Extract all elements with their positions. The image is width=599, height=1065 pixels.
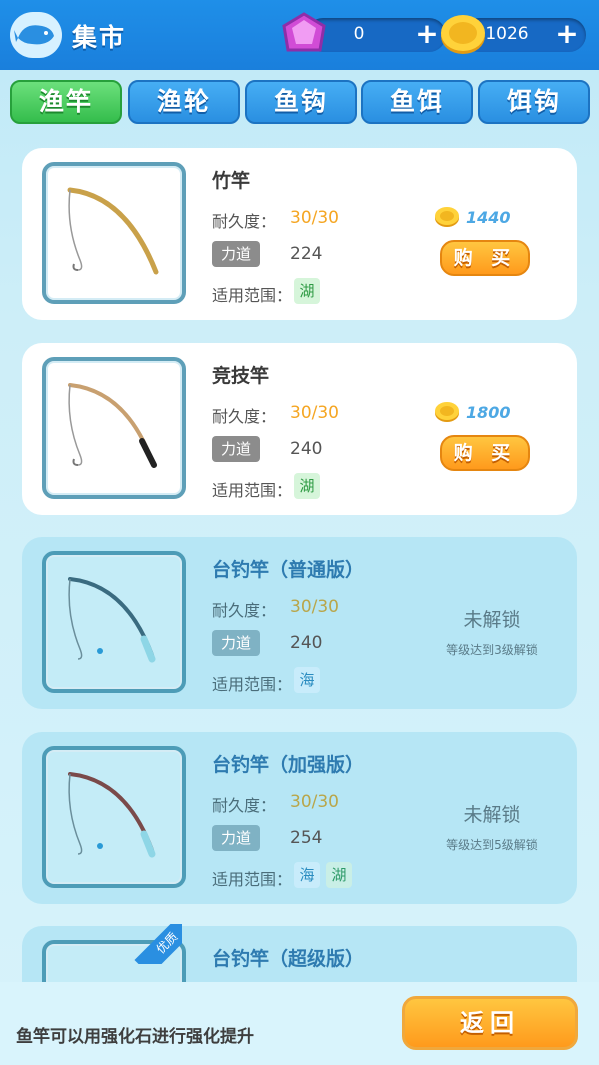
- tab-hook[interactable]: 鱼钩: [245, 80, 357, 124]
- item-name: 竞技竿: [212, 365, 270, 387]
- item-card-locked: 台钓竿（加强版） 耐久度： 30/30 力道 254 适用范围： 海 湖 未解锁…: [22, 732, 577, 904]
- coin-icon: [438, 12, 488, 58]
- range-label: 适用范围：: [212, 870, 293, 889]
- power-value: 240: [290, 439, 323, 459]
- range-tag-lake: 湖: [326, 862, 352, 888]
- range-tag-lake: 湖: [294, 473, 320, 499]
- power-value: 240: [290, 633, 323, 653]
- price-value: 1800: [466, 402, 511, 422]
- durability-value: 30/30: [290, 792, 339, 812]
- unlock-condition: 等级达到5级解锁: [446, 838, 538, 852]
- unlock-condition: 等级达到3级解锁: [446, 643, 538, 657]
- buy-button[interactable]: 购 买: [440, 240, 530, 276]
- rod-image: [42, 746, 186, 888]
- locked-status: 未解锁: [463, 804, 521, 826]
- back-button[interactable]: 返回: [402, 996, 578, 1050]
- coin-icon: [435, 402, 459, 422]
- bottom-bar: 鱼竿可以用强化石进行强化提升 返回: [0, 982, 599, 1065]
- item-card: 竞技竿 耐久度： 30/30 力道 240 适用范围： 湖 1800 购 买: [22, 343, 577, 515]
- item-name: 竹竿: [212, 170, 251, 192]
- top-bar: 集市 0 + 1026 +: [0, 0, 599, 70]
- rod-image: [42, 162, 186, 304]
- power-tag: 力道: [212, 630, 260, 656]
- durability-label: 耐久度：: [212, 212, 277, 231]
- locked-status: 未解锁: [463, 609, 521, 631]
- tab-bait[interactable]: 鱼饵: [361, 80, 473, 124]
- price-value: 1440: [466, 207, 511, 227]
- power-tag: 力道: [212, 825, 260, 851]
- range-tag-sea: 海: [294, 667, 320, 693]
- coin-icon: [435, 207, 459, 227]
- durability-label: 耐久度：: [212, 407, 277, 426]
- item-name: 台钓竿（加强版）: [212, 754, 365, 776]
- range-label: 适用范围：: [212, 481, 293, 500]
- durability-value: 30/30: [290, 208, 339, 228]
- quality-badge: 优质: [122, 924, 182, 964]
- item-price: 1800: [434, 399, 511, 425]
- hint-text: 鱼竿可以用强化石进行强化提升: [16, 1027, 254, 1047]
- durability-label: 耐久度：: [212, 796, 277, 815]
- quality-badge-label: 优质: [134, 924, 182, 964]
- range-tag-lake: 湖: [294, 278, 320, 304]
- add-coins-button[interactable]: +: [554, 20, 580, 48]
- page-title: 集市: [72, 23, 127, 52]
- power-value: 254: [290, 828, 323, 848]
- tab-bait-hook[interactable]: 饵钩: [478, 80, 590, 124]
- range-tag-sea: 海: [294, 862, 320, 888]
- item-name: 台钓竿（普通版）: [212, 559, 365, 581]
- power-tag: 力道: [212, 436, 260, 462]
- range-label: 适用范围：: [212, 675, 293, 694]
- category-tabs: 渔竿 渔轮 鱼钩 鱼饵 饵钩: [0, 72, 599, 134]
- item-price: 1440: [434, 204, 511, 230]
- item-card-locked: 台钓竿（普通版） 耐久度： 30/30 力道 240 适用范围： 海 未解锁 等…: [22, 537, 577, 709]
- rod-image: [42, 357, 186, 499]
- range-label: 适用范围：: [212, 286, 293, 305]
- durability-value: 30/30: [290, 597, 339, 617]
- power-value: 224: [290, 244, 323, 264]
- buy-button[interactable]: 购 买: [440, 435, 530, 471]
- durability-value: 30/30: [290, 403, 339, 423]
- rod-image: [42, 551, 186, 693]
- fish-logo-icon: [10, 12, 62, 58]
- item-card: 竹竿 耐久度： 30/30 力道 224 适用范围： 湖 1440 购 买: [22, 148, 577, 320]
- power-tag: 力道: [212, 241, 260, 267]
- tab-fishing-rod[interactable]: 渔竿: [10, 80, 122, 124]
- durability-label: 耐久度：: [212, 601, 277, 620]
- gem-icon: [278, 10, 330, 60]
- add-gems-button[interactable]: +: [414, 20, 440, 48]
- tab-reel[interactable]: 渔轮: [128, 80, 240, 124]
- item-name: 台钓竿（超级版）: [212, 948, 365, 970]
